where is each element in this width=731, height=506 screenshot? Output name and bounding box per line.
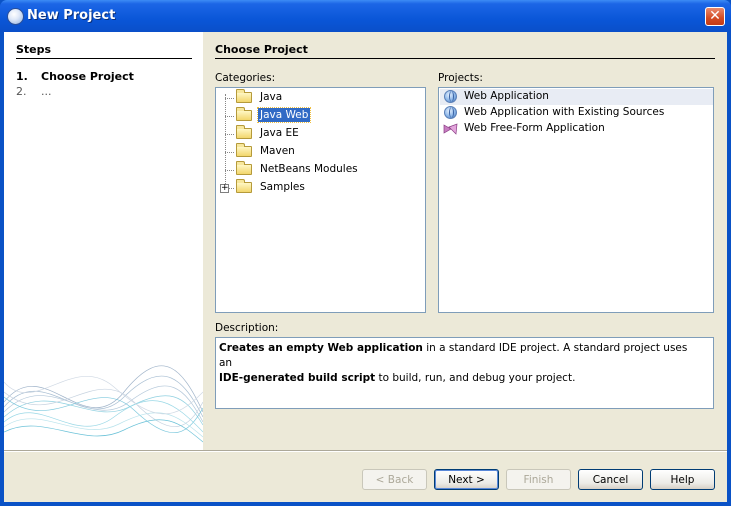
- netbeans-app-icon: [7, 8, 24, 25]
- description-box: Creates an empty Web application in a st…: [215, 337, 714, 409]
- projects-list[interactable]: Web Application Web Application with Exi…: [438, 87, 714, 313]
- tree-line: [225, 134, 234, 135]
- divider: [215, 58, 715, 59]
- cancel-button[interactable]: Cancel: [578, 469, 643, 490]
- decorative-waves-image: [4, 365, 203, 443]
- dialog-window: New Project ✕ Steps 1. Choose Project 2..…: [0, 0, 731, 506]
- close-button[interactable]: ✕: [705, 7, 725, 26]
- tree-item-label: Maven: [260, 145, 295, 157]
- divider: [4, 451, 727, 452]
- folder-icon: [236, 161, 252, 175]
- step-item-choose-project: 1. Choose Project: [16, 70, 134, 83]
- tree-item-label: NetBeans Modules: [260, 163, 358, 175]
- list-item-web-application[interactable]: Web Application: [440, 89, 713, 105]
- next-button[interactable]: Next >: [434, 469, 499, 490]
- tree-item-netbeans-modules[interactable]: NetBeans Modules: [216, 161, 416, 179]
- help-button[interactable]: Help: [650, 469, 715, 490]
- tree-line: [225, 152, 234, 153]
- list-item-web-application-existing-sources[interactable]: Web Application with Existing Sources: [440, 105, 713, 121]
- steps-title: Steps: [16, 43, 52, 56]
- globe-icon: [444, 90, 457, 103]
- globe-icon: [444, 106, 457, 119]
- tree-item-java[interactable]: Java: [216, 89, 416, 107]
- list-item-label: Web Free-Form Application: [464, 122, 605, 134]
- title-bar[interactable]: New Project ✕: [0, 0, 731, 32]
- back-button[interactable]: < Back: [362, 469, 427, 490]
- dialog-body: Steps 1. Choose Project 2.... Choose Pro…: [4, 32, 727, 502]
- categories-tree[interactable]: Java Java Web Java EE Maven NetBeans Mod: [215, 87, 426, 313]
- tree-line: [225, 116, 234, 117]
- tree-item-label: Java EE: [260, 127, 299, 139]
- list-item-label: Web Application with Existing Sources: [464, 106, 665, 118]
- tree-line: [225, 170, 234, 171]
- categories-label: Categories:: [215, 72, 276, 84]
- tree-line: [225, 98, 234, 99]
- steps-panel: Steps 1. Choose Project 2....: [4, 32, 203, 450]
- folder-icon: [236, 125, 252, 139]
- page-title: Choose Project: [215, 43, 308, 56]
- folder-icon: [236, 107, 252, 121]
- tree-item-maven[interactable]: Maven: [216, 143, 416, 161]
- tree-item-samples[interactable]: + Samples: [216, 179, 416, 197]
- expand-icon[interactable]: +: [220, 184, 229, 193]
- list-item-label: Web Application: [464, 90, 549, 102]
- folder-icon: [236, 89, 252, 103]
- tree-item-label: Java Web: [256, 107, 312, 123]
- tree-item-java-web[interactable]: Java Web: [216, 107, 416, 125]
- finish-button[interactable]: Finish: [506, 469, 571, 490]
- folder-icon: [236, 143, 252, 157]
- freeform-project-icon: [443, 123, 458, 135]
- list-item-web-free-form-application[interactable]: Web Free-Form Application: [440, 121, 713, 137]
- description-label: Description:: [215, 322, 279, 334]
- tree-item-label: Java: [260, 91, 283, 103]
- divider: [16, 58, 192, 59]
- projects-label: Projects:: [438, 72, 483, 84]
- window-title: New Project: [27, 8, 116, 23]
- tree-item-java-ee[interactable]: Java EE: [216, 125, 416, 143]
- description-text: Creates an empty Web application in a st…: [219, 342, 688, 384]
- folder-icon: [236, 179, 252, 193]
- step-item-next: 2....: [16, 85, 52, 98]
- tree-item-label: Samples: [260, 181, 305, 193]
